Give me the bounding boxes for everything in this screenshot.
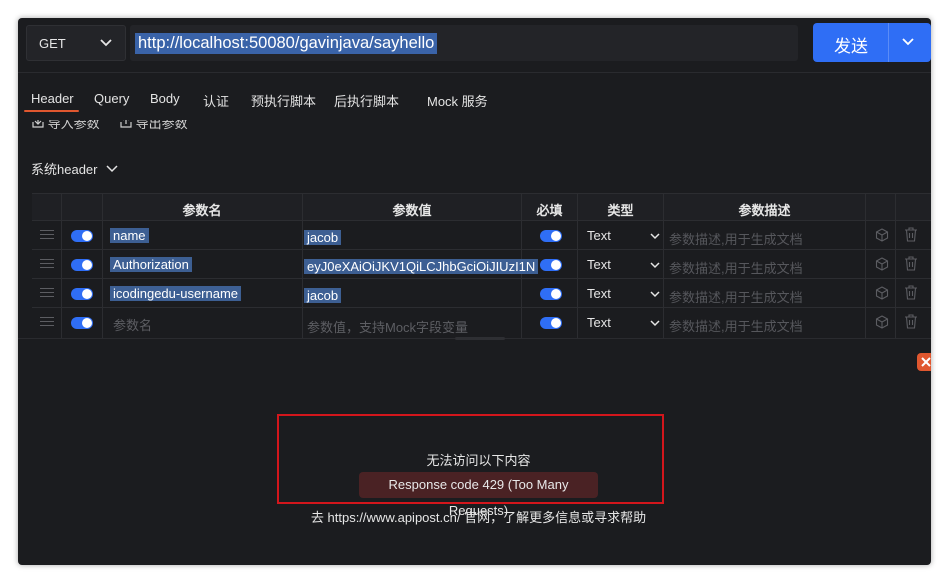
tab-auth[interactable]: 认证 bbox=[203, 91, 229, 110]
send-button[interactable]: 发送 bbox=[813, 23, 931, 62]
param-actions: 导入参数 导出参数 bbox=[18, 120, 931, 134]
tab-mock[interactable]: Mock 服务 bbox=[427, 91, 488, 110]
chevron-down-icon bbox=[649, 316, 661, 334]
type-select[interactable]: Text bbox=[587, 286, 611, 301]
export-icon bbox=[120, 120, 136, 131]
active-tab-indicator bbox=[24, 110, 79, 112]
param-value[interactable]: jacob bbox=[304, 230, 342, 245]
enable-toggle[interactable] bbox=[71, 288, 93, 300]
request-tabs: Header Query Body 认证 预执行脚本 后执行脚本 Mock 服务 bbox=[18, 91, 931, 115]
chevron-down-icon bbox=[649, 229, 661, 247]
tab-body[interactable]: Body bbox=[150, 91, 180, 106]
table-row: icodingedu-username jacob Text 参数描述,用于生成… bbox=[32, 279, 931, 308]
enable-toggle[interactable] bbox=[71, 317, 93, 329]
param-name[interactable]: Authorization bbox=[110, 257, 192, 272]
drag-handle-icon[interactable] bbox=[40, 230, 54, 240]
description-input[interactable]: 参数描述,用于生成文档 bbox=[669, 229, 803, 248]
tab-post-script[interactable]: 后执行脚本 bbox=[334, 91, 399, 110]
param-name-input[interactable]: 参数名 bbox=[113, 315, 152, 334]
cube-icon[interactable] bbox=[875, 286, 889, 305]
table-row: Authorization eyJ0eXAiOiJKV1QiLCJhbGciOi… bbox=[32, 250, 931, 279]
send-divider bbox=[888, 23, 889, 62]
trash-icon[interactable] bbox=[904, 256, 918, 276]
param-name[interactable]: name bbox=[110, 228, 149, 243]
drag-handle-icon[interactable] bbox=[40, 288, 54, 298]
send-label: 发送 bbox=[834, 37, 868, 56]
export-params-button[interactable]: 导出参数 bbox=[120, 120, 188, 132]
col-required-header: 必填 bbox=[536, 203, 563, 218]
description-input[interactable]: 参数描述,用于生成文档 bbox=[669, 316, 803, 335]
chevron-down-icon bbox=[99, 36, 113, 53]
table-row: name jacob Text 参数描述,用于生成文档 bbox=[32, 221, 931, 250]
method-select[interactable]: GET bbox=[26, 25, 126, 61]
tab-header[interactable]: Header bbox=[31, 91, 74, 106]
resize-handle[interactable] bbox=[455, 337, 505, 340]
col-name-header: 参数名 bbox=[182, 203, 222, 218]
table-header: 参数名 参数值 必填 类型 参数描述 bbox=[32, 193, 931, 221]
param-value[interactable]: jacob bbox=[304, 288, 342, 303]
url-input[interactable]: http://localhost:50080/gavinjava/sayhell… bbox=[130, 25, 798, 61]
chevron-down-icon bbox=[649, 287, 661, 305]
params-table: 参数名 参数值 必填 类型 参数描述 name jacob Text 参数描述,… bbox=[32, 193, 931, 338]
import-icon bbox=[32, 120, 48, 131]
chevron-down-icon bbox=[649, 258, 661, 276]
enable-toggle[interactable] bbox=[71, 259, 93, 271]
required-toggle[interactable] bbox=[540, 288, 562, 300]
cube-icon[interactable] bbox=[875, 315, 889, 334]
import-params-button[interactable]: 导入参数 bbox=[32, 120, 100, 132]
drag-handle-icon[interactable] bbox=[40, 317, 54, 327]
error-message: 无法访问以下内容 bbox=[426, 453, 531, 468]
system-header-label: 系统header bbox=[31, 162, 98, 177]
trash-icon[interactable] bbox=[904, 285, 918, 305]
cube-icon[interactable] bbox=[875, 257, 889, 276]
url-text: http://localhost:50080/gavinjava/sayhell… bbox=[135, 33, 438, 54]
import-label: 导入参数 bbox=[47, 120, 100, 131]
app-window: GET http://localhost:50080/gavinjava/say… bbox=[18, 18, 931, 565]
required-toggle[interactable] bbox=[540, 317, 562, 329]
param-name[interactable]: icodingedu-username bbox=[110, 286, 242, 301]
col-description-header: 参数描述 bbox=[738, 203, 791, 218]
param-value-input[interactable]: 参数值，支持Mock字段变量 bbox=[307, 317, 468, 336]
type-select[interactable]: Text bbox=[587, 257, 611, 272]
method-label: GET bbox=[39, 36, 66, 51]
send-options-chevron-icon[interactable] bbox=[901, 35, 915, 54]
trash-icon[interactable] bbox=[904, 314, 918, 334]
response-code-badge: Response code 429 (Too Many Requests) bbox=[359, 472, 598, 518]
col-type-header: 类型 bbox=[607, 203, 634, 218]
tab-pre-script[interactable]: 预执行脚本 bbox=[251, 91, 316, 110]
type-select[interactable]: Text bbox=[587, 315, 611, 330]
system-header-toggle[interactable]: 系统header bbox=[31, 159, 119, 179]
enable-toggle[interactable] bbox=[71, 230, 93, 242]
trash-icon[interactable] bbox=[904, 227, 918, 247]
top-separator bbox=[18, 72, 931, 73]
tab-query[interactable]: Query bbox=[94, 91, 129, 106]
description-input[interactable]: 参数描述,用于生成文档 bbox=[669, 258, 803, 277]
required-toggle[interactable] bbox=[540, 230, 562, 242]
export-label: 导出参数 bbox=[135, 120, 188, 131]
param-value[interactable]: eyJ0eXAiOiJKV1QiLCJhbGciOiJIUzI1N bbox=[304, 259, 539, 274]
chevron-down-icon bbox=[105, 162, 119, 179]
type-select[interactable]: Text bbox=[587, 228, 611, 243]
drag-handle-icon[interactable] bbox=[40, 259, 54, 269]
required-toggle[interactable] bbox=[540, 259, 562, 271]
help-text: 去 https://www.apipost.cn/ 官网，了解更多信息或寻求帮助 bbox=[310, 510, 647, 525]
table-row-new: 参数名 参数值，支持Mock字段变量 Text 参数描述,用于生成文档 bbox=[32, 308, 931, 337]
description-input[interactable]: 参数描述,用于生成文档 bbox=[669, 287, 803, 306]
close-icon[interactable] bbox=[917, 353, 931, 371]
col-value-header: 参数值 bbox=[392, 203, 432, 218]
cube-icon[interactable] bbox=[875, 228, 889, 247]
